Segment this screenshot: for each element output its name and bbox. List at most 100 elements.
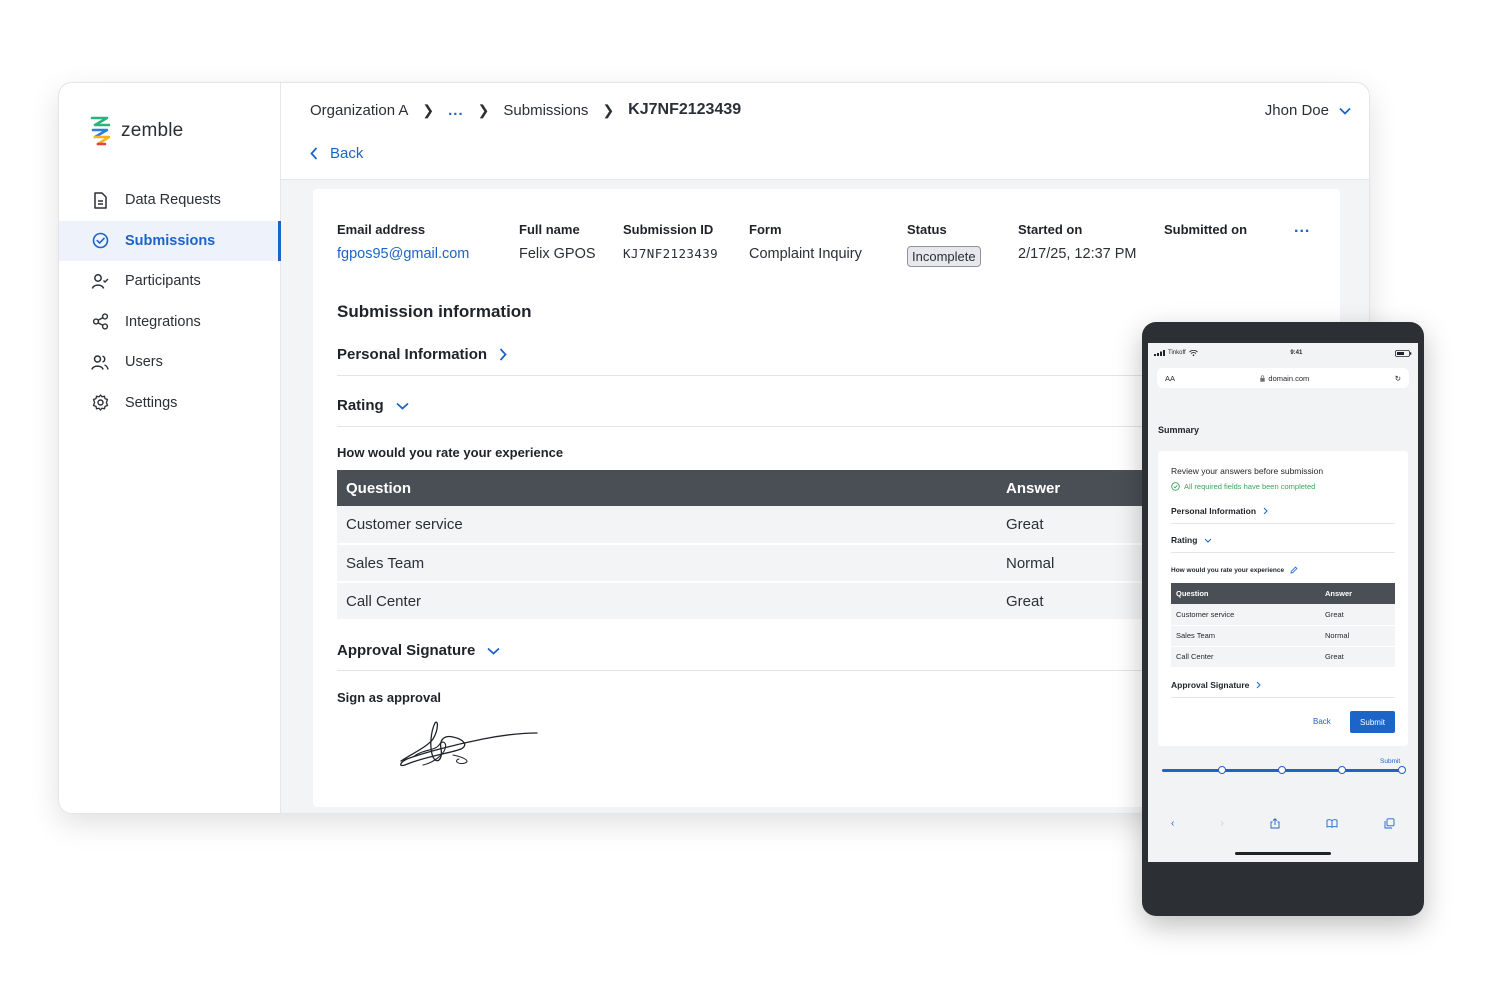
chevron-right-icon	[499, 348, 507, 361]
sidebar-item-label: Users	[125, 354, 163, 371]
breadcrumb-organization[interactable]: Organization A	[310, 102, 408, 119]
breadcrumb-more[interactable]: ...	[448, 102, 464, 119]
rating-label: Rating	[337, 397, 384, 414]
chevron-right-icon	[1263, 507, 1268, 515]
share-icon[interactable]	[1270, 818, 1280, 829]
more-options-button[interactable]: ...	[1294, 219, 1310, 237]
text-size-button[interactable]: AA	[1165, 374, 1175, 383]
logo[interactable]: zemble	[89, 115, 183, 147]
rating-question: How would you rate your experience	[337, 445, 564, 460]
url-text: domain.com	[1268, 373, 1310, 383]
full-name-field: Full name Felix GPOS	[519, 222, 596, 262]
breadcrumb-submissions[interactable]: Submissions	[503, 102, 588, 119]
sidebar-item-users[interactable]: Users	[59, 342, 281, 383]
phone-screen: Tinkoff 9:41 AA domain.com ↻ Summary Rev…	[1148, 343, 1418, 862]
approval-signature-toggle[interactable]: Approval Signature	[337, 642, 1167, 659]
progress-step-dot	[1278, 766, 1286, 774]
sidebar-item-submissions[interactable]: Submissions	[59, 220, 281, 261]
url-group: domain.com	[1260, 374, 1309, 383]
table-row: Customer service Great	[337, 506, 1167, 545]
chevron-right-icon: ❯	[477, 101, 490, 118]
full-name-label: Full name	[519, 222, 580, 237]
tabs-icon[interactable]	[1384, 818, 1395, 829]
reload-icon[interactable]: ↻	[1395, 374, 1401, 383]
email-link[interactable]: fgpos95@gmail.com	[337, 246, 469, 262]
sidebar-item-label: Participants	[125, 273, 201, 290]
home-indicator	[1235, 852, 1331, 855]
phone-rating-question: How would you rate your experience	[1171, 566, 1298, 574]
chevron-down-icon	[1205, 538, 1212, 543]
table-row: Call Center Great	[1171, 646, 1395, 668]
table-row: Sales Team Normal	[337, 544, 1167, 583]
user-menu[interactable]: Jhon Doe	[1265, 102, 1351, 119]
divider	[337, 375, 1167, 376]
divider	[337, 426, 1167, 427]
zemble-logo-icon	[90, 116, 111, 146]
chevron-down-icon	[396, 402, 409, 410]
phone-complete-text: All required fields have been completed	[1184, 482, 1316, 491]
progress-step-dot	[1338, 766, 1346, 774]
answer-cell: Great	[1320, 646, 1395, 668]
sidebar-item-settings[interactable]: Settings	[59, 383, 281, 424]
chevron-left-icon	[310, 147, 318, 160]
signature-image	[400, 721, 538, 767]
phone-summary-card: Review your answers before submission Al…	[1158, 451, 1408, 746]
column-header-question: Question	[1171, 583, 1320, 604]
question-cell: Sales Team	[337, 544, 997, 583]
table-row: Call Center Great	[337, 582, 1167, 621]
sidebar-item-integrations[interactable]: Integrations	[59, 302, 281, 343]
email-label: Email address	[337, 222, 426, 237]
browser-back-icon[interactable]: ‹	[1171, 818, 1174, 829]
rating-toggle[interactable]: Rating	[337, 397, 1167, 414]
share-nodes-icon	[91, 313, 109, 331]
status-field: Status Incomplete	[907, 222, 981, 267]
signal-icon	[1154, 350, 1165, 356]
sidebar-item-label: Integrations	[125, 313, 201, 330]
divider	[1171, 697, 1395, 698]
answer-cell: Great	[1320, 604, 1395, 626]
phone-rating-toggle[interactable]: Rating	[1171, 535, 1212, 545]
sidebar-item-data-requests[interactable]: Data Requests	[59, 180, 281, 221]
answer-cell: Normal	[1320, 625, 1395, 647]
phone-submit-button[interactable]: Submit	[1350, 711, 1395, 733]
submitted-on-label: Submitted on	[1164, 222, 1248, 237]
divider	[337, 670, 1167, 671]
breadcrumb-current: KJ7NF2123439	[628, 101, 742, 118]
document-icon	[91, 191, 109, 209]
column-header-question: Question	[337, 470, 997, 506]
personal-information-toggle[interactable]: Personal Information	[337, 346, 1167, 363]
sidebar-item-label: Submissions	[125, 232, 216, 249]
phone-rating-question-text: How would you rate your experience	[1171, 566, 1285, 574]
started-on-field: Started on 2/17/25, 12:37 PM	[1018, 222, 1137, 262]
phone-back-button[interactable]: Back	[1313, 717, 1331, 726]
sign-label: Sign as approval	[337, 690, 442, 705]
table-row: Sales Team Normal	[1171, 625, 1395, 647]
progress-step-dot	[1398, 766, 1406, 774]
back-label: Back	[330, 145, 364, 162]
chevron-down-icon	[1339, 107, 1351, 115]
form-label: Form	[749, 222, 782, 237]
sidebar-item-label: Settings	[125, 394, 178, 411]
phone-rating-table: Question Answer Customer service Great S…	[1171, 583, 1395, 668]
back-button[interactable]: Back	[310, 145, 363, 162]
edit-pencil-icon[interactable]	[1290, 566, 1298, 574]
progress-step-label: Submit	[1380, 758, 1401, 765]
question-cell: Call Center	[337, 582, 997, 621]
bookmarks-icon[interactable]	[1326, 819, 1338, 828]
lock-icon	[1260, 374, 1266, 382]
phone-personal-information-toggle[interactable]: Personal Information	[1171, 506, 1268, 516]
progress-bar	[1162, 766, 1406, 774]
form-value: Complaint Inquiry	[749, 246, 862, 262]
browser-url-bar[interactable]: AA domain.com ↻	[1157, 368, 1409, 388]
phone-approval-signature-toggle[interactable]: Approval Signature	[1171, 680, 1262, 690]
question-cell: Call Center	[1171, 646, 1320, 668]
section-title: Submission information	[337, 302, 532, 321]
sidebar: zemble Data Requests Submissions Partici…	[59, 83, 281, 813]
breadcrumb: Organization A ❯ ... ❯ Submissions ❯ KJ7…	[310, 101, 741, 119]
approval-signature-label: Approval Signature	[337, 642, 476, 659]
chevron-right-icon	[1257, 681, 1262, 689]
sidebar-item-participants[interactable]: Participants	[59, 261, 281, 302]
phone-review-text: Review your answers before submission	[1171, 466, 1324, 476]
browser-toolbar: ‹ ›	[1148, 818, 1418, 829]
phone-approval-signature-label: Approval Signature	[1171, 680, 1250, 690]
